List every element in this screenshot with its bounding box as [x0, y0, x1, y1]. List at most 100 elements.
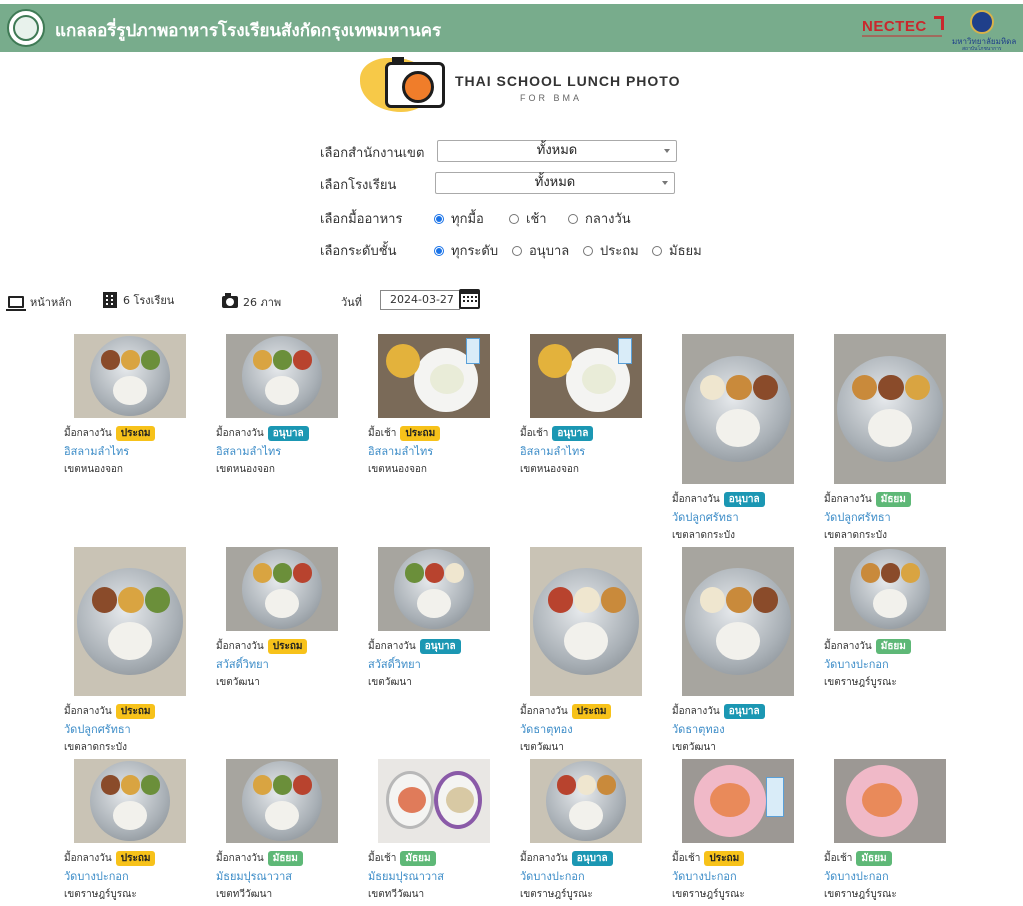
food-photo[interactable] — [834, 547, 946, 631]
brand-subtitle: FOR BMA — [520, 93, 583, 103]
photo-card[interactable]: มื้อเช้า ประถม วัดบางปะกอก เขตราษฎร์บูรณะ — [672, 759, 802, 902]
meal-row: มื้อเช้า ประถม — [368, 426, 498, 441]
photo-card[interactable]: มื้อกลางวัน อนุบาล อิสลามลำไทร เขตหนองจอก — [216, 334, 346, 477]
level-badge: ประถม — [400, 426, 441, 441]
food-photo[interactable] — [226, 759, 338, 843]
food-photo[interactable] — [378, 759, 490, 843]
photo-card[interactable]: มื้อกลางวัน ประถม วัดบางปะกอก เขตราษฎร์บูรณ… — [64, 759, 194, 902]
level-radio-all[interactable]: ทุกระดับ — [434, 240, 498, 261]
level-radio-secondary[interactable]: มัธยม — [652, 240, 702, 261]
photo-card[interactable]: มื้อเช้า อนุบาล อิสลามลำไทรเขตหนองจอก — [520, 334, 650, 477]
photo-card[interactable]: มื้อกลางวัน มัธยม มัธยมปุรณาวาส เขตทวีวัฒนา — [216, 759, 346, 902]
food-photo[interactable] — [74, 547, 186, 696]
photo-card[interactable]: มื้อเช้า ประถม อิสลามลำไทรเขตหนองจอก — [368, 334, 498, 477]
camera-logo-icon — [385, 57, 445, 108]
photo-card[interactable]: มื้อกลางวัน ประถม วัดปลูกศรัทธา เขตลาดกระบั… — [64, 547, 194, 755]
school-link[interactable]: วัดธาตุทอง — [520, 720, 650, 738]
school-link[interactable]: วัดบางปะกอก — [672, 867, 802, 885]
food-photo[interactable] — [530, 547, 642, 696]
school-link[interactable]: อิสลามลำไทร — [64, 442, 194, 460]
photo-card[interactable]: มื้อกลางวัน ประถม อิสลามลำไทร เขตหนองจอก — [64, 334, 194, 477]
school-link[interactable]: มัธยมปุรณาวาส — [216, 867, 346, 885]
school-link[interactable]: อิสลามลำไทร — [216, 442, 346, 460]
meal-row: มื้อเช้า มัธยม — [368, 851, 498, 866]
food-photo[interactable] — [74, 759, 186, 843]
food-photo[interactable] — [834, 759, 946, 843]
school-link[interactable]: วัดบางปะกอก — [824, 655, 954, 673]
level-badge: อนุบาล — [552, 426, 594, 441]
photo-card[interactable]: มื้อกลางวัน อนุบาล สวัสดิ์วิทยา เขตวัฒนา — [368, 547, 498, 690]
chevron-down-icon — [662, 181, 668, 185]
school-link[interactable]: วัดปลูกศรัทธา — [824, 508, 954, 526]
school-link[interactable]: วัดธาตุทอง — [672, 720, 802, 738]
meal-row: มื้อกลางวัน มัธยม — [216, 851, 346, 866]
food-photo[interactable] — [226, 547, 338, 631]
level-radio-kindergarten[interactable]: อนุบาล — [512, 240, 569, 261]
food-photo[interactable] — [834, 334, 946, 484]
district-name: เขตลาดกระบัง — [672, 530, 736, 541]
school-link[interactable]: วัดปลูกศรัทธา — [64, 720, 194, 738]
food-photo[interactable] — [530, 334, 642, 418]
district-name: เขตหนองจอก — [520, 464, 579, 475]
school-link[interactable]: วัดบางปะกอก — [64, 867, 194, 885]
header-bar: แกลลอรี่รูปภาพอาหารโรงเรียนสังกัดกรุงเทพ… — [0, 4, 1023, 52]
calendar-icon[interactable] — [459, 289, 480, 309]
level-radio-primary[interactable]: ประถม — [583, 240, 639, 261]
meal-type: มื้อกลางวัน — [520, 853, 568, 864]
photo-caption: มื้อกลางวัน ประถม สวัสดิ์วิทยา เขตวัฒนา — [216, 639, 346, 690]
photo-card[interactable]: มื้อเช้า มัธยม มัธยมปุรณาวาส เขตทวีวัฒนา — [368, 759, 498, 902]
mahidol-institute: สถาบันโภชนาการ — [962, 46, 1002, 52]
district-name: เขตหนองจอก — [368, 464, 427, 475]
district-select[interactable]: ทั้งหมด — [437, 140, 677, 162]
food-photo[interactable] — [682, 759, 794, 843]
meal-type: มื้อกลางวัน — [216, 641, 264, 652]
school-link[interactable]: วัดบางปะกอก — [824, 867, 954, 885]
school-link[interactable]: สวัสดิ์วิทยา — [368, 655, 498, 673]
school-link[interactable]: อิสลามลำไทร — [368, 442, 498, 460]
photo-card[interactable]: มื้อกลางวัน ประถม วัดธาตุทอง เขตวัฒนา — [520, 547, 650, 755]
school-link[interactable]: มัธยมปุรณาวาส — [368, 867, 498, 885]
food-photo[interactable] — [378, 334, 490, 418]
meal-row: มื้อเช้า อนุบาล — [520, 426, 650, 441]
meal-type: มื้อกลางวัน — [672, 494, 720, 505]
district-name: เขตราษฎร์บูรณะ — [672, 889, 745, 900]
meal-radio-lunch[interactable]: กลางวัน — [568, 208, 631, 229]
home-link[interactable]: หน้าหลัก — [6, 293, 72, 311]
meal-row: มื้อกลางวัน ประถม — [64, 704, 194, 719]
food-photo[interactable] — [226, 334, 338, 418]
photo-count: 26 ภาพ — [222, 293, 281, 311]
food-photo[interactable] — [682, 334, 794, 484]
photo-card[interactable]: มื้อกลางวัน อนุบาล วัดธาตุทอง เขตวัฒนา — [672, 547, 802, 755]
meal-radio-breakfast[interactable]: เช้า — [509, 208, 547, 229]
mahidol-seal-logo[interactable] — [970, 10, 994, 34]
date-input[interactable]: 2024-03-27 — [380, 290, 460, 310]
bma-seal-logo[interactable] — [7, 9, 45, 47]
photo-card[interactable]: มื้อกลางวัน อนุบาล วัดบางปะกอก เขตราษฎร์บูร… — [520, 759, 650, 902]
school-link[interactable]: วัดบางปะกอก — [520, 867, 650, 885]
photo-caption: มื้อเช้า ประถม วัดบางปะกอก เขตราษฎร์บูรณะ — [672, 851, 802, 902]
photo-card[interactable]: มื้อกลางวัน ประถม สวัสดิ์วิทยา เขตวัฒนา — [216, 547, 346, 690]
nectec-logo[interactable]: NECTEC — [862, 18, 942, 37]
photo-card[interactable]: มื้อเช้า มัธยม วัดบางปะกอก เขตราษฎร์บูรณะ — [824, 759, 954, 902]
food-photo[interactable] — [74, 334, 186, 418]
level-badge: อนุบาล — [267, 426, 309, 441]
photo-card[interactable]: มื้อกลางวัน มัธยม วัดปลูกศรัทธา เขตลาดกระบั… — [824, 334, 954, 543]
site-title: แกลลอรี่รูปภาพอาหารโรงเรียนสังกัดกรุงเทพ… — [55, 21, 442, 41]
photo-card[interactable]: มื้อกลางวัน อนุบาล วัดปลูกศรัทธา เขตลาดกระบ… — [672, 334, 802, 543]
school-link[interactable]: สวัสดิ์วิทยา — [216, 655, 346, 673]
district-name: เขตราษฎร์บูรณะ — [520, 889, 593, 900]
photo-card[interactable]: มื้อกลางวัน มัธยม วัดบางปะกอก เขตราษฎร์บูรณ… — [824, 547, 954, 690]
district-name: เขตวัฒนา — [216, 677, 260, 688]
school-link[interactable]: อิสลามลำไทร — [520, 442, 650, 460]
meal-row: มื้อเช้า มัธยม — [824, 851, 954, 866]
food-photo[interactable] — [530, 759, 642, 843]
food-photo[interactable] — [682, 547, 794, 696]
level-badge: ประถม — [704, 851, 745, 866]
school-select[interactable]: ทั้งหมด — [435, 172, 675, 194]
camera-icon — [222, 293, 238, 308]
meal-radio-all[interactable]: ทุกมื้อ — [434, 208, 484, 229]
meal-row: มื้อกลางวัน มัธยม — [824, 492, 954, 507]
food-photo[interactable] — [378, 547, 490, 631]
district-name: เขตหนองจอก — [64, 464, 123, 475]
school-link[interactable]: วัดปลูกศรัทธา — [672, 508, 802, 526]
